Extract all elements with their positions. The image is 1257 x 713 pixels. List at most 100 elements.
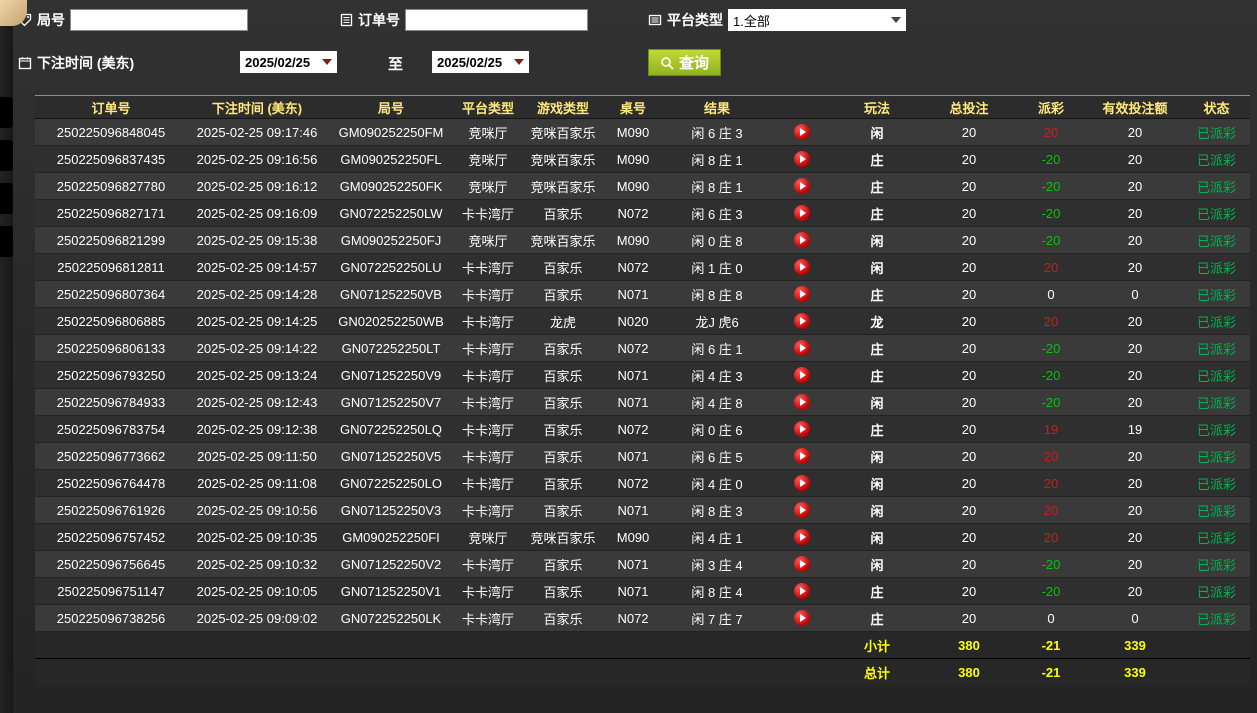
platform-cell: 竞咪厅 — [455, 523, 521, 551]
round-filter-label: 局号 — [37, 12, 65, 28]
result-cell: 闲 3 庄 4 — [661, 550, 773, 578]
chevron-down-icon — [322, 59, 332, 65]
platform-cell: 竞咪厅 — [455, 226, 521, 254]
bet-time-cell: 2025-02-25 09:12:38 — [187, 415, 327, 443]
order-number-cell: 250225096773662 — [35, 442, 187, 470]
status-cell: 已派彩 — [1183, 523, 1250, 551]
play-icon — [800, 425, 806, 434]
valid-bet-cell: 20 — [1087, 469, 1183, 497]
game-type-cell: 百家乐 — [521, 253, 605, 281]
replay-button[interactable] — [794, 367, 810, 384]
round-input[interactable] — [70, 9, 248, 31]
play-method-cell: 庄 — [831, 145, 923, 173]
date-to-value: 2025/02/25 — [437, 54, 503, 70]
platform-cell: 卡卡湾厅 — [455, 577, 521, 605]
round-number-cell: GN072252250LW — [327, 199, 455, 227]
platform-filter-label: 平台类型 — [667, 12, 723, 28]
game-type-cell: 百家乐 — [521, 577, 605, 605]
round-number-cell: GN072252250LK — [327, 604, 455, 632]
table-number-cell: N071 — [605, 442, 661, 470]
platform-cell: 卡卡湾厅 — [455, 199, 521, 227]
totals-label: 总计 — [831, 658, 923, 686]
order-number-cell: 250225096783754 — [35, 415, 187, 443]
platform-cell: 卡卡湾厅 — [455, 442, 521, 470]
replay-cell — [773, 496, 831, 524]
column-header: 派彩 — [1015, 95, 1087, 119]
table-row: 250225096827171 2025-02-25 09:16:09 GN0722… — [35, 199, 1250, 227]
replay-button[interactable] — [794, 232, 810, 249]
payout-cell: -20 — [1015, 226, 1087, 254]
valid-bet-cell: 19 — [1087, 415, 1183, 443]
replay-button[interactable] — [794, 610, 810, 627]
play-method-cell: 闲 — [831, 469, 923, 497]
totals-total-bet: 380 — [923, 631, 1015, 659]
round-number-cell: GN071252250V5 — [327, 442, 455, 470]
totals-status — [1183, 658, 1250, 686]
total-bet-cell: 20 — [923, 253, 1015, 281]
valid-bet-cell: 20 — [1087, 388, 1183, 416]
replay-button[interactable] — [794, 205, 810, 222]
replay-button[interactable] — [794, 583, 810, 600]
result-cell: 闲 6 庄 1 — [661, 334, 773, 362]
replay-button[interactable] — [794, 313, 810, 330]
table-row: 250225096807364 2025-02-25 09:14:28 GN0712… — [35, 280, 1250, 308]
game-type-cell: 百家乐 — [521, 415, 605, 443]
replay-button[interactable] — [794, 151, 810, 168]
bet-time-cell: 2025-02-25 09:16:09 — [187, 199, 327, 227]
date-to-select[interactable]: 2025/02/25 — [432, 51, 529, 73]
payout-cell: 20 — [1015, 442, 1087, 470]
replay-button[interactable] — [794, 529, 810, 546]
play-method-cell: 闲 — [831, 523, 923, 551]
order-number-cell: 250225096757452 — [35, 523, 187, 551]
order-number-cell: 250225096837435 — [35, 145, 187, 173]
game-type-cell: 百家乐 — [521, 469, 605, 497]
replay-cell — [773, 415, 831, 443]
replay-button[interactable] — [794, 394, 810, 411]
replay-button[interactable] — [794, 448, 810, 465]
round-number-cell: GM090252250FJ — [327, 226, 455, 254]
status-cell: 已派彩 — [1183, 280, 1250, 308]
platform-filter-group: 平台类型 1.全部 — [648, 9, 906, 31]
result-cell: 闲 4 庄 0 — [661, 469, 773, 497]
valid-bet-cell: 0 — [1087, 280, 1183, 308]
payout-cell: 20 — [1015, 118, 1087, 146]
valid-bet-cell: 20 — [1087, 577, 1183, 605]
replay-button[interactable] — [794, 340, 810, 357]
replay-button[interactable] — [794, 556, 810, 573]
table-row: 250225096783754 2025-02-25 09:12:38 GN0722… — [35, 415, 1250, 443]
table-row: 250225096793250 2025-02-25 09:13:24 GN0712… — [35, 361, 1250, 389]
order-input[interactable] — [405, 9, 588, 31]
totals-payout: -21 — [1015, 631, 1087, 659]
table-row: 250225096757452 2025-02-25 09:10:35 GM0902… — [35, 523, 1250, 551]
replay-button[interactable] — [794, 421, 810, 438]
status-cell: 已派彩 — [1183, 226, 1250, 254]
table-row: 250225096751147 2025-02-25 09:10:05 GN0712… — [35, 577, 1250, 605]
play-icon — [800, 155, 806, 164]
platform-cell: 卡卡湾厅 — [455, 496, 521, 524]
column-header: 总投注 — [923, 95, 1015, 119]
valid-bet-cell: 20 — [1087, 550, 1183, 578]
status-cell: 已派彩 — [1183, 118, 1250, 146]
play-method-cell: 龙 — [831, 307, 923, 335]
replay-button[interactable] — [794, 502, 810, 519]
valid-bet-cell: 20 — [1087, 118, 1183, 146]
table-row: 250225096806885 2025-02-25 09:14:25 GN0202… — [35, 307, 1250, 335]
replay-button[interactable] — [794, 178, 810, 195]
payout-cell: -20 — [1015, 334, 1087, 362]
replay-button[interactable] — [794, 475, 810, 492]
totals-spacer — [35, 631, 831, 659]
order-number-cell: 250225096761926 — [35, 496, 187, 524]
bet-time-cell: 2025-02-25 09:10:32 — [187, 550, 327, 578]
query-button[interactable]: 查询 — [648, 49, 722, 76]
table-number-cell: N071 — [605, 577, 661, 605]
replay-button[interactable] — [794, 286, 810, 303]
platform-select[interactable]: 1.全部 — [728, 9, 906, 31]
bet-time-cell: 2025-02-25 09:12:43 — [187, 388, 327, 416]
platform-cell: 竞咪厅 — [455, 172, 521, 200]
replay-button[interactable] — [794, 259, 810, 276]
bet-time-filter-group: 下注时间 (美东) — [18, 53, 134, 73]
table-number-cell: M090 — [605, 118, 661, 146]
date-from-select[interactable]: 2025/02/25 — [240, 51, 337, 73]
replay-button[interactable] — [794, 124, 810, 141]
play-method-cell: 闲 — [831, 118, 923, 146]
